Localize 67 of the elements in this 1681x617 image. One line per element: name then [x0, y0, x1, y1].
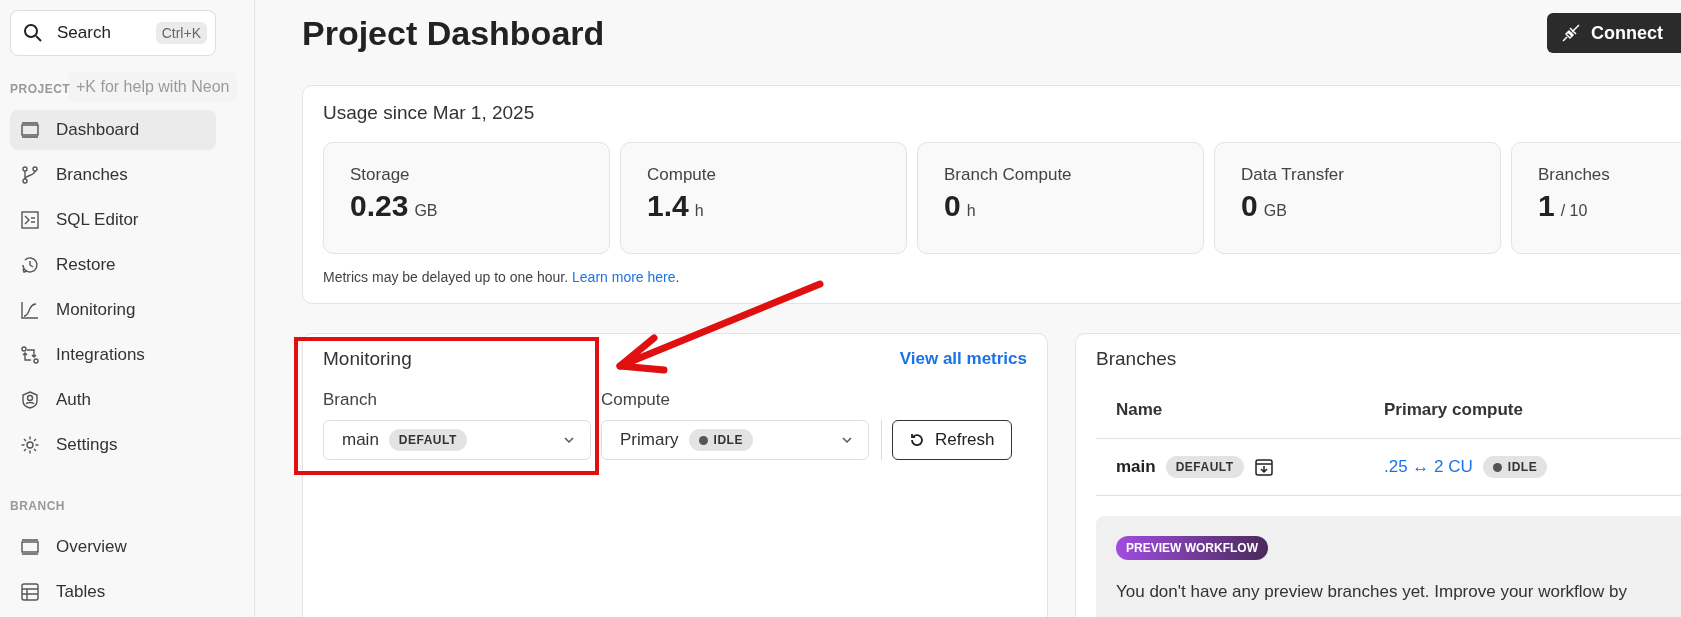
card-title: Monitoring: [323, 348, 412, 370]
shortcut-hint: Ctrl+K: [155, 22, 207, 44]
preview-text: You don't have any preview branches yet. Improve your workflow by: [1116, 582, 1628, 602]
connect-button[interactable]: Connect: [1547, 13, 1681, 53]
nav-item[interactable]: Auth: [10, 380, 216, 420]
stat-value: 0: [1241, 189, 1258, 223]
settings-icon: [20, 435, 40, 455]
status-badge: IDLE: [1482, 456, 1548, 478]
stat-unit: h: [966, 202, 976, 220]
metrics-note: Metrics may be delayed up to one hour. Learn more here.: [323, 269, 681, 285]
terminal-icon: [20, 210, 40, 230]
plug-icon: [1561, 23, 1581, 43]
stat-value: 0: [944, 189, 961, 223]
compute-link[interactable]: .25 ↔ 2 CU: [1384, 457, 1473, 477]
branch-select[interactable]: main DEFAULT: [323, 420, 591, 460]
field-label: Compute: [601, 390, 671, 410]
learn-more-link[interactable]: Learn more here: [572, 269, 676, 285]
card-title: Usage since Mar 1, 2025: [323, 102, 536, 124]
stat-value: 1: [1538, 189, 1555, 223]
page-title: Project Dashboard: [302, 13, 605, 53]
tooltip: +K for help with Neon: [68, 72, 238, 102]
stat-label: Data Transfer: [1241, 165, 1345, 185]
clock-icon: [20, 255, 40, 275]
stat-unit: GB: [1263, 202, 1287, 220]
nav-item[interactable]: Integrations: [10, 335, 216, 375]
refresh-icon: [909, 432, 925, 448]
nav-item[interactable]: SQL Editor: [10, 200, 216, 240]
view-metrics-link[interactable]: View all metrics: [899, 349, 1027, 369]
column-header: Primary compute: [1384, 400, 1523, 420]
default-badge: DEFAULT: [388, 429, 467, 451]
nav-item[interactable]: Branches: [10, 155, 216, 195]
window-icon: [20, 537, 40, 557]
preview-tag: PREVIEW WORKFLOW: [1116, 536, 1268, 560]
nav-item[interactable]: Overview: [10, 527, 216, 567]
search-icon: [23, 23, 43, 43]
branch-icon: [20, 165, 40, 185]
nav-item[interactable]: Settings: [10, 425, 216, 465]
section-title: BRANCH: [10, 499, 65, 513]
sync-icon: [20, 345, 40, 365]
stat-label: Compute: [647, 165, 717, 185]
nav-item[interactable]: Dashboard: [10, 110, 216, 150]
nav-item[interactable]: Tables: [10, 572, 216, 612]
stat-label: Branch Compute: [944, 165, 1073, 185]
column-header: Name: [1116, 400, 1164, 420]
stat-value: 0.23: [350, 189, 409, 223]
chart-icon: [20, 300, 40, 320]
shield-icon: [20, 390, 40, 410]
field-label: Branch: [323, 390, 378, 410]
compute-select[interactable]: Primary IDLE: [601, 420, 869, 460]
branch-name: main: [1116, 457, 1156, 477]
table-icon: [20, 582, 40, 602]
default-badge: DEFAULT: [1165, 456, 1244, 478]
archive-icon[interactable]: [1253, 457, 1274, 477]
nav-item[interactable]: Monitoring: [10, 290, 216, 330]
stat-value: 1.4: [647, 189, 689, 223]
stat-label: Branches: [1538, 165, 1611, 185]
stat-unit: / 10: [1560, 202, 1588, 220]
status-badge: IDLE: [688, 429, 753, 451]
nav-item[interactable]: Restore: [10, 245, 216, 285]
refresh-button[interactable]: Refresh: [892, 420, 1012, 460]
stat-unit: GB: [414, 202, 438, 220]
window-icon: [20, 120, 40, 140]
search-button[interactable]: Search Ctrl+K: [10, 10, 216, 56]
stat-label: Storage: [350, 165, 411, 185]
stat-unit: h: [694, 202, 704, 220]
section-title: PROJECT: [10, 82, 71, 96]
card-title: Branches: [1096, 348, 1178, 370]
